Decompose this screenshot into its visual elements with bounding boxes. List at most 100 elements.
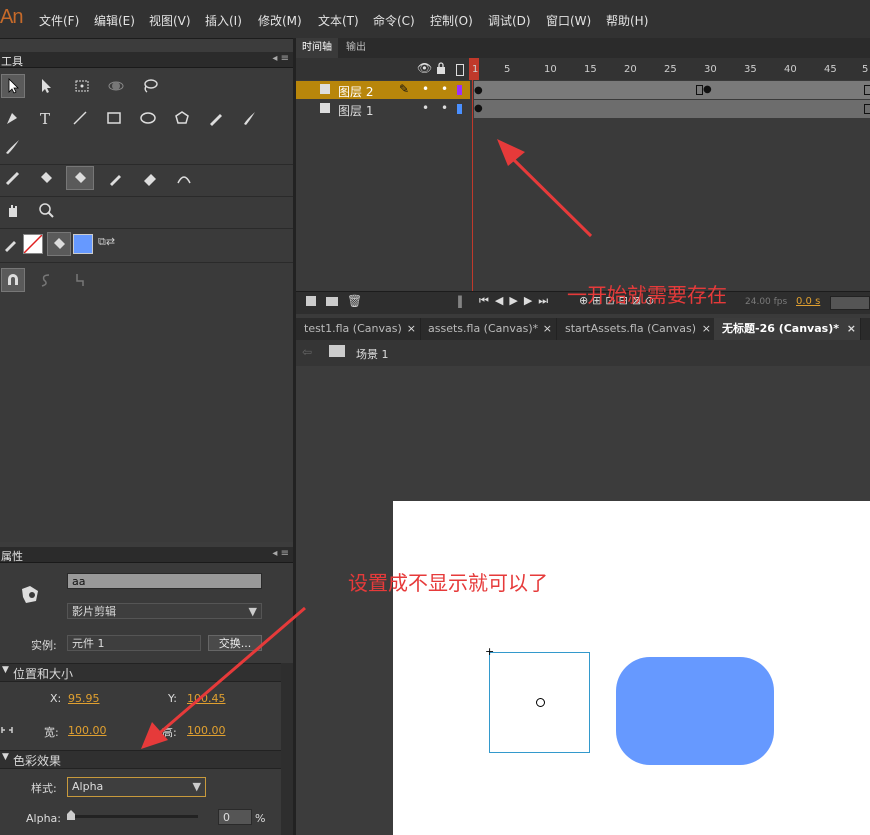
symbol-type-select[interactable]: 影片剪辑 ▼ xyxy=(67,603,262,619)
straighten-icon[interactable] xyxy=(68,268,92,292)
timeline-hscrollbar[interactable] xyxy=(830,296,870,310)
frame-ruler[interactable]: 👁 1 5 10 15 20 25 30 35 40 45 5 xyxy=(296,58,870,80)
pen-tool[interactable] xyxy=(1,106,25,130)
panel-menu-icon[interactable]: ◂ ≡ xyxy=(272,53,289,64)
color-style-select[interactable]: Alpha ▼ xyxy=(67,777,206,797)
playback-controls-icon[interactable]: ⏮◀▶▶⏭ xyxy=(479,294,554,308)
doc-tab-active[interactable]: 无标题-26 (Canvas)* × xyxy=(714,318,861,340)
layer-frames[interactable]: ● xyxy=(474,100,870,118)
scene-label[interactable]: 场景 1 xyxy=(356,346,389,362)
smooth-icon[interactable] xyxy=(34,268,58,292)
polystar-tool[interactable] xyxy=(170,106,194,130)
brush-tool[interactable] xyxy=(238,106,262,130)
menu-modify[interactable]: 修改(M) xyxy=(258,12,302,29)
visibility-dot[interactable]: • xyxy=(422,82,429,96)
text-tool[interactable]: T xyxy=(34,106,58,130)
layer-row[interactable]: 图层 1 • • ● xyxy=(296,100,870,118)
tab-output[interactable]: 输出 xyxy=(340,38,372,58)
height-value[interactable]: 100.00 xyxy=(187,724,226,737)
width-tool[interactable] xyxy=(172,166,196,190)
time-readout[interactable]: 0.0 s xyxy=(796,296,820,307)
color-effect-section-header[interactable]: ▼ 色彩效果 xyxy=(0,750,281,769)
doc-tab[interactable]: test1.fla (Canvas) × xyxy=(296,318,421,340)
menu-control[interactable]: 控制(O) xyxy=(430,12,473,29)
swap-colors-icon[interactable]: ⧉⇄ xyxy=(98,235,115,249)
alpha-slider-track[interactable] xyxy=(68,815,198,818)
y-value[interactable]: 100.45 xyxy=(187,692,226,705)
oval-tool[interactable] xyxy=(136,106,160,130)
bone-tool[interactable] xyxy=(1,166,25,190)
layer-color-swatch[interactable] xyxy=(457,104,462,114)
zoom-tool[interactable] xyxy=(34,198,58,222)
ruler-tick: 25 xyxy=(664,64,677,75)
rounded-rectangle-shape[interactable] xyxy=(616,657,774,765)
menu-view[interactable]: 视图(V) xyxy=(149,12,191,29)
lock-dot[interactable]: • xyxy=(441,101,448,115)
hand-tool[interactable] xyxy=(1,198,25,222)
paint-brush-tool[interactable] xyxy=(1,134,25,158)
layer-title[interactable]: 图层 2 ✎ • • xyxy=(296,81,470,99)
close-icon[interactable]: × xyxy=(407,318,416,340)
tab-timeline[interactable]: 时间轴 xyxy=(296,38,338,58)
lock-proportions-icon[interactable] xyxy=(0,723,14,737)
width-value[interactable]: 100.00 xyxy=(68,724,107,737)
alpha-slider-handle[interactable] xyxy=(67,809,75,820)
layer-color-swatch[interactable] xyxy=(457,85,462,95)
delete-layer-icon[interactable]: 🗑 xyxy=(347,294,362,308)
close-icon[interactable]: × xyxy=(702,318,711,340)
layer-frames[interactable]: ● ● xyxy=(474,81,870,99)
close-icon[interactable]: × xyxy=(847,318,856,340)
color-effect-section-title: 色彩效果 xyxy=(13,754,62,768)
menu-edit[interactable]: 编辑(E) xyxy=(94,12,135,29)
position-size-section-header[interactable]: ▼ 位置和大小 xyxy=(0,663,281,682)
close-icon[interactable]: × xyxy=(543,318,552,340)
menu-commands[interactable]: 命令(C) xyxy=(373,12,415,29)
fill-color-swatch[interactable] xyxy=(73,234,93,254)
outline-icon[interactable] xyxy=(456,64,464,76)
x-value[interactable]: 95.95 xyxy=(68,692,100,705)
visibility-dot[interactable]: • xyxy=(422,101,429,115)
instance-name-input[interactable]: aa xyxy=(67,573,262,589)
stage[interactable]: + xyxy=(393,501,870,835)
menu-file[interactable]: 文件(F) xyxy=(39,12,79,29)
layer-title[interactable]: 图层 1 • • xyxy=(296,100,470,118)
line-tool[interactable] xyxy=(68,106,92,130)
lock-icon[interactable] xyxy=(436,62,446,77)
free-transform-tool[interactable] xyxy=(70,74,94,98)
layer-row[interactable]: 图层 2 ✎ • • ● ● xyxy=(296,81,870,99)
movieclip-instance[interactable] xyxy=(489,652,590,753)
properties-scrollbar[interactable] xyxy=(281,663,293,835)
menu-help[interactable]: 帮助(H) xyxy=(606,12,648,29)
fps-readout[interactable]: 24.00 fps xyxy=(745,297,787,307)
back-arrow-icon[interactable]: ⇦ xyxy=(302,345,312,359)
stroke-color-swatch[interactable] xyxy=(23,234,43,254)
doc-tab[interactable]: startAssets.fla (Canvas) × xyxy=(557,318,716,340)
snap-to-objects-icon[interactable] xyxy=(1,268,25,292)
new-layer-icon[interactable] xyxy=(306,296,316,306)
menu-debug[interactable]: 调试(D) xyxy=(488,12,531,29)
eyedropper-tool[interactable] xyxy=(104,166,128,190)
eraser-tool[interactable] xyxy=(138,166,162,190)
eye-icon[interactable]: 👁 xyxy=(417,61,432,75)
lock-dot[interactable]: • xyxy=(441,82,448,96)
panel-menu-icon[interactable]: ◂ ≡ xyxy=(272,548,289,559)
scene-bar: ⇦ 场景 1 xyxy=(296,340,870,367)
keyframe-dot[interactable]: ● xyxy=(474,103,483,114)
lasso-tool[interactable] xyxy=(138,74,162,98)
rectangle-tool[interactable] xyxy=(102,106,126,130)
swap-button[interactable]: 交换... xyxy=(208,635,262,651)
doc-tab[interactable]: assets.fla (Canvas)* × xyxy=(420,318,557,340)
menu-window[interactable]: 窗口(W) xyxy=(546,12,591,29)
alpha-value-input[interactable]: 0 xyxy=(218,809,252,825)
menu-insert[interactable]: 插入(I) xyxy=(205,12,242,29)
subselection-tool[interactable] xyxy=(34,74,58,98)
new-folder-icon[interactable] xyxy=(326,297,338,306)
paint-bucket-tool[interactable] xyxy=(34,166,58,190)
selection-tool[interactable] xyxy=(1,74,25,98)
keyframe-dot[interactable]: ● xyxy=(474,85,483,96)
pencil-tool[interactable] xyxy=(204,106,228,130)
menu-text[interactable]: 文本(T) xyxy=(318,12,359,29)
3d-rotation-tool[interactable] xyxy=(104,74,128,98)
keyframe-dot[interactable]: ● xyxy=(703,84,712,95)
ink-bottle-tool[interactable] xyxy=(66,166,94,190)
